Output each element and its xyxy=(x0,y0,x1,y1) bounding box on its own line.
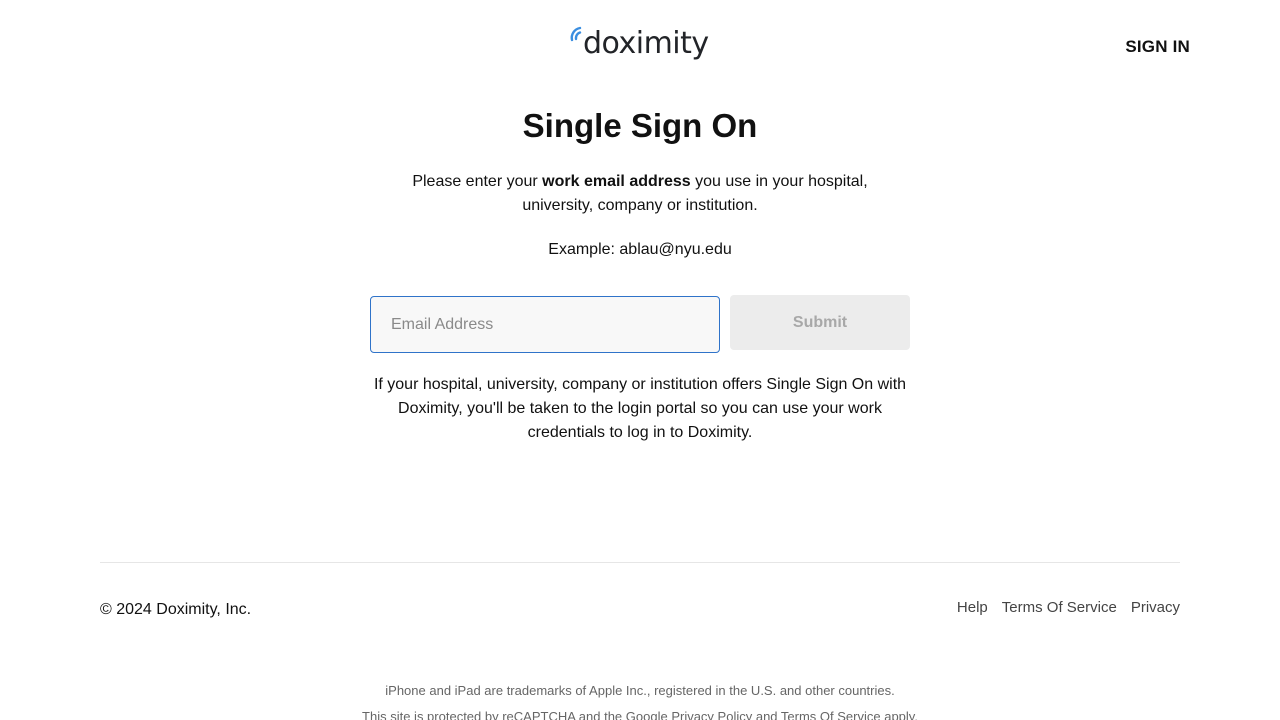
site-header: doximity SIGN IN xyxy=(0,0,1280,90)
google-terms-link[interactable]: Terms Of Service xyxy=(781,709,881,720)
recaptcha-notice: This site is protected by reCAPTCHA and … xyxy=(0,708,1280,720)
email-input[interactable] xyxy=(370,296,720,353)
recaptcha-prefix: This site is protected by reCAPTCHA and … xyxy=(362,709,626,720)
doximity-logo[interactable]: doximity xyxy=(568,22,709,66)
doximity-signal-icon xyxy=(570,26,582,42)
submit-button[interactable]: Submit xyxy=(730,295,910,350)
copyright-text: © 2024 Doximity, Inc. xyxy=(100,601,252,618)
example-text: Example: ablau@nyu.edu xyxy=(548,241,732,258)
google-privacy-link[interactable]: Google Privacy Policy xyxy=(626,709,752,720)
intro-text: Please enter your work email address you… xyxy=(390,170,890,218)
footer-links: Help Terms Of Service Privacy xyxy=(957,598,1180,618)
intro-bold: work email address xyxy=(542,173,691,190)
footer-link-help[interactable]: Help xyxy=(957,598,988,618)
recaptcha-suffix: apply. xyxy=(880,709,918,720)
sign-in-link[interactable]: SIGN IN xyxy=(1125,37,1190,57)
footer-link-privacy[interactable]: Privacy xyxy=(1131,598,1180,618)
recaptcha-mid: and xyxy=(752,709,781,720)
apple-trademark-notice: iPhone and iPad are trademarks of Apple … xyxy=(385,683,895,698)
sso-main: Single Sign On Please enter your work em… xyxy=(0,100,1280,441)
footer-link-terms[interactable]: Terms Of Service xyxy=(1002,598,1117,618)
logo-wordmark: doximity xyxy=(583,26,709,61)
page-title: Single Sign On xyxy=(522,107,758,144)
sso-note: If your hospital, university, company or… xyxy=(373,376,907,441)
footer-divider xyxy=(100,562,1180,563)
sso-form: Submit xyxy=(370,295,910,353)
intro-prefix: Please enter your xyxy=(412,173,543,190)
